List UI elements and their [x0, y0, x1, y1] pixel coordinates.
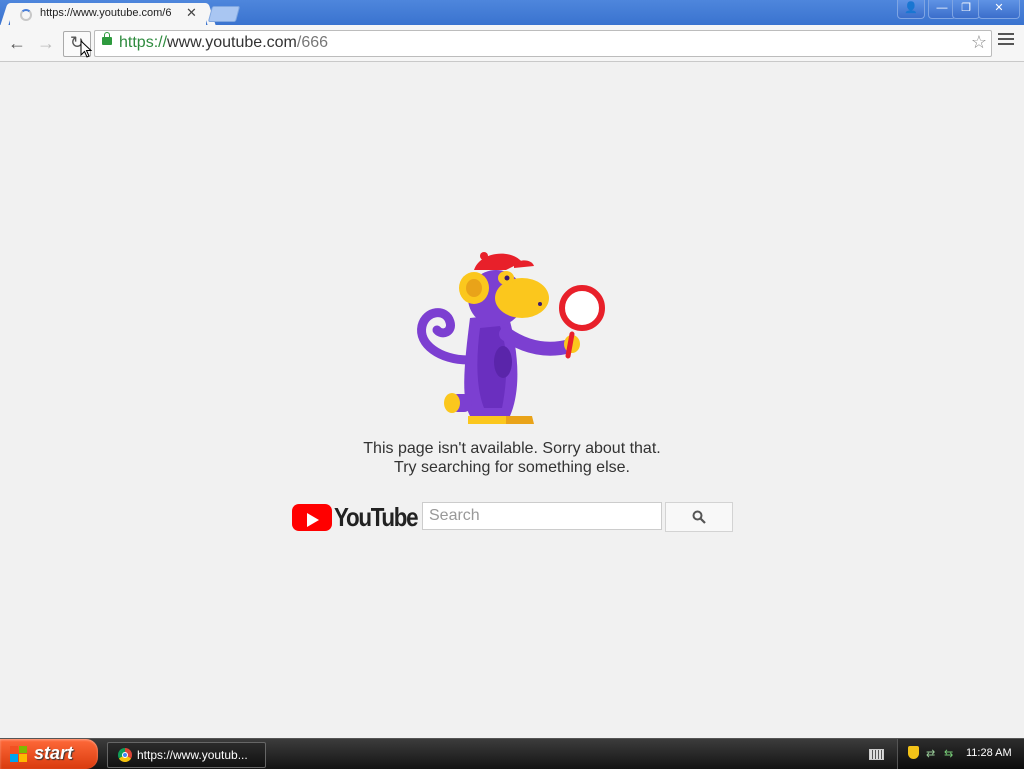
tab-close-icon[interactable]: ✕ [186, 5, 197, 21]
error-line-1: This page isn't available. Sorry about t… [363, 440, 661, 457]
tab-youtube[interactable]: https://www.youtube.com/6 ✕ [10, 3, 206, 25]
taskbar: start https://www.youtub... ⇄ ⇆ 11:28 AM [0, 738, 1024, 769]
close-window-button[interactable]: ✕ [978, 0, 1020, 19]
search-input[interactable] [422, 502, 662, 530]
security-shield-icon[interactable] [908, 746, 919, 759]
network-status-icon[interactable]: ⇆ [944, 747, 958, 760]
url-scheme: https:// [119, 34, 168, 51]
restore-button[interactable]: ❐ [952, 0, 980, 19]
start-label: start [34, 743, 74, 763]
search-icon [692, 510, 706, 524]
mouse-cursor-icon [80, 40, 92, 58]
new-tab-button[interactable] [207, 6, 241, 22]
youtube-wordmark: YouTube [334, 502, 419, 532]
error-line-2: Try searching for something else. [394, 459, 630, 476]
windows-logo-icon [10, 746, 27, 762]
profile-button[interactable]: 👤 [897, 0, 925, 19]
youtube-play-icon [292, 504, 332, 531]
url-host: www.youtube.com [167, 34, 297, 51]
back-button[interactable]: ← [5, 31, 29, 55]
search-button[interactable] [665, 502, 733, 532]
chrome-icon [118, 748, 132, 762]
address-bar[interactable]: https://www.youtube.com/666 ☆ [94, 30, 992, 57]
forward-button[interactable]: → [34, 31, 58, 55]
chrome-menu-icon[interactable] [998, 33, 1014, 48]
taskbar-item-chrome[interactable]: https://www.youtub... [107, 742, 266, 768]
bookmark-star-icon[interactable]: ☆ [971, 32, 987, 53]
network-icon[interactable]: ⇄ [926, 747, 940, 760]
browser-title-bar: https://www.youtube.com/6 ✕ 👤 — ❐ ✕ [0, 0, 1024, 25]
monkey-illustration [417, 252, 605, 424]
clock[interactable]: 11:28 AM [966, 747, 1012, 759]
loading-spinner-icon [20, 9, 32, 21]
system-tray: ⇄ ⇆ 11:28 AM [897, 739, 1024, 769]
error-message: This page isn't available. Sorry about t… [312, 439, 712, 477]
browser-toolbar: ← → ↻ https://www.youtube.com/666 ☆ [0, 25, 1024, 62]
youtube-logo[interactable]: YouTube [292, 502, 419, 532]
keyboard-icon[interactable] [869, 749, 884, 760]
tab-title: https://www.youtube.com/6 [40, 7, 172, 19]
lock-icon [102, 32, 112, 45]
start-button[interactable]: start [0, 739, 98, 769]
url-text[interactable]: https://www.youtube.com/666 [119, 34, 328, 52]
url-path: /666 [296, 34, 329, 51]
taskbar-item-label: https://www.youtub... [137, 748, 248, 762]
